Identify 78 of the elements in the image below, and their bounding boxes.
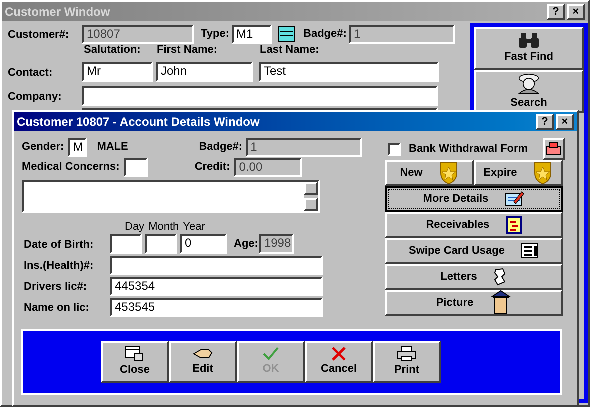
notepad-pencil-icon [504, 191, 525, 207]
scrollbar[interactable] [304, 182, 318, 211]
checkbox[interactable] [388, 142, 401, 156]
help-button[interactable]: ? [547, 4, 565, 20]
window-title: Customer Window [5, 4, 110, 20]
field-label: Credit: [194, 160, 230, 176]
field-label: Drivers lic#: [24, 281, 87, 293]
input-field[interactable]: 1 [246, 138, 362, 157]
cash-register-button[interactable] [543, 138, 565, 160]
field-label: MALE [97, 140, 130, 156]
field-label: Type: [201, 26, 230, 42]
toolbar-button[interactable]: Print [373, 341, 441, 383]
shield-icon [438, 161, 459, 185]
input-field[interactable]: 453545 [110, 298, 323, 316]
action-button[interactable]: New [385, 160, 474, 186]
help-button[interactable]: ? [536, 114, 554, 130]
close-button[interactable]: × [567, 4, 585, 20]
hand-pen-icon [193, 346, 213, 361]
document-icon [506, 216, 522, 234]
toolbar-button[interactable]: Cancel [305, 341, 373, 383]
field-label: First Name: [157, 44, 218, 56]
field-label: Age: [234, 236, 258, 252]
field-label: Badge#: [199, 140, 243, 156]
input-field[interactable]: 0.00 [234, 158, 302, 177]
printer-icon [397, 346, 417, 362]
input-field[interactable] [124, 158, 148, 177]
side-button[interactable]: Fast Find [474, 27, 584, 70]
date-part-label: Month [148, 222, 180, 233]
input-field[interactable]: M1 [232, 24, 272, 44]
input-field[interactable]: 0 [180, 234, 227, 254]
input-field[interactable]: 1998 [259, 234, 294, 254]
check-icon [263, 346, 279, 361]
person-with-cap-icon [490, 290, 512, 316]
side-button[interactable]: Search [474, 70, 584, 113]
input-field[interactable]: M [68, 138, 88, 157]
toolbar-button[interactable]: Edit [169, 341, 237, 383]
field-label: Customer#: [8, 29, 70, 41]
action-button[interactable]: More Details [385, 186, 563, 212]
field-label: Contact: [8, 67, 53, 79]
action-button[interactable]: Receivables [385, 212, 563, 238]
date-part-label: Year [183, 222, 206, 233]
date-part-label: Day [125, 222, 145, 233]
field-label: Last Name: [260, 44, 320, 56]
input-field[interactable]: Mr [82, 62, 153, 82]
field-label: Name on lic: [24, 302, 90, 314]
scroll-icon [493, 268, 508, 286]
checkbox-label: Bank Withdrawal Form [409, 142, 530, 157]
window-title: Customer 10807 - Account Details Window [17, 114, 260, 130]
action-button[interactable]: Picture [385, 290, 563, 316]
close-button[interactable]: × [556, 114, 574, 130]
notes-text-area[interactable] [22, 180, 320, 213]
input-field[interactable]: 1 [348, 24, 455, 44]
field-label: Badge#: [304, 26, 347, 42]
field-label: Date of Birth: [24, 239, 94, 251]
action-button[interactable]: Swipe Card Usage [385, 238, 563, 264]
action-button[interactable]: Expire [474, 160, 563, 186]
list-icon [520, 243, 539, 259]
field-label: Ins.(Health)#: [24, 260, 94, 272]
input-field[interactable] [145, 234, 177, 254]
field-label: Medical Concerns: [22, 160, 120, 176]
input-field[interactable] [82, 86, 438, 106]
windows-icon [125, 346, 145, 362]
cash-register-icon [546, 142, 562, 156]
cross-icon [331, 346, 347, 361]
shield-icon [533, 161, 554, 185]
field-label: Salutation: [84, 44, 141, 56]
input-field[interactable]: Test [259, 62, 439, 82]
toolbar-button[interactable]: Close [101, 341, 169, 383]
field-label: Company: [8, 91, 62, 103]
input-field[interactable]: 445354 [110, 276, 323, 296]
input-field[interactable]: John [156, 62, 253, 82]
input-field[interactable] [110, 234, 142, 254]
field-label: Gender: [22, 140, 64, 156]
input-field[interactable] [110, 256, 323, 274]
action-button[interactable]: Letters [385, 264, 563, 290]
input-field[interactable]: 10807 [82, 24, 194, 44]
lookup-icon[interactable] [278, 26, 295, 42]
binoculars-icon [518, 31, 540, 50]
